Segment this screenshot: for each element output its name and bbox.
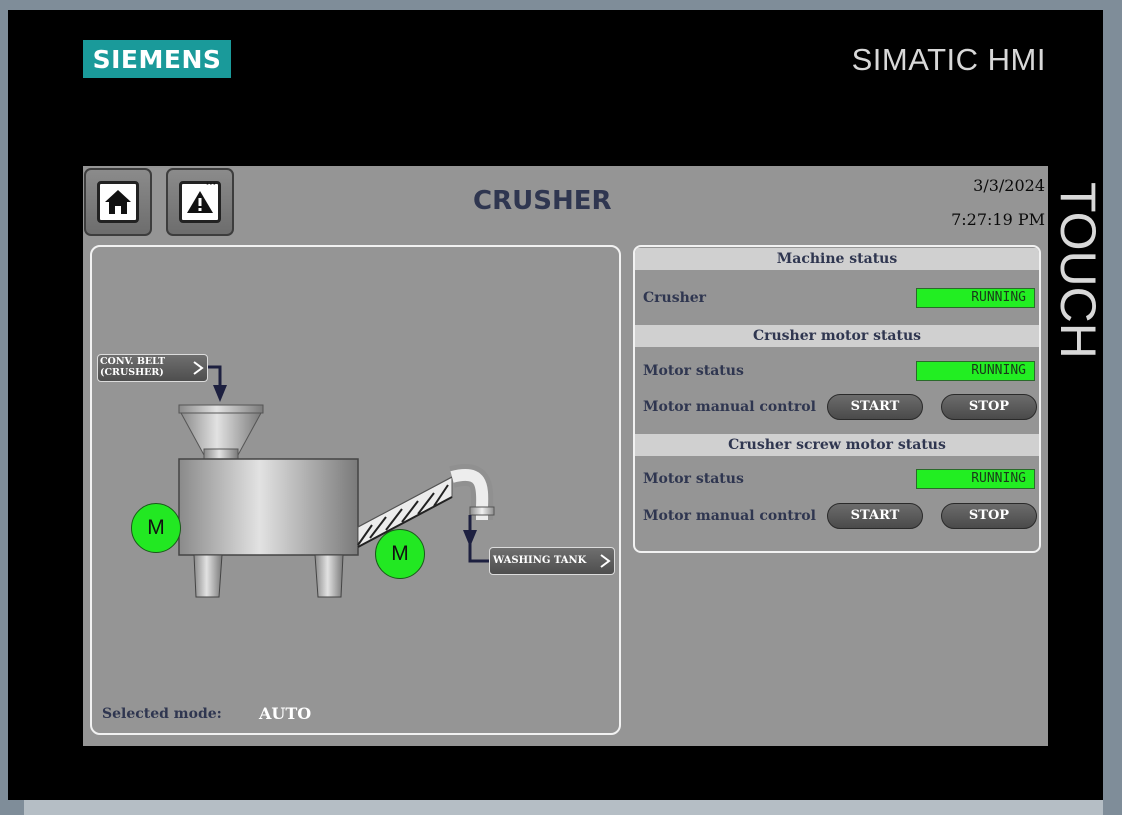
home-icon bbox=[97, 181, 139, 223]
screw-motor-stop-button[interactable]: STOP bbox=[941, 503, 1037, 529]
screw-motor-indicator[interactable]: M bbox=[375, 529, 425, 579]
selected-mode-label: Selected mode: bbox=[102, 706, 222, 722]
date-display: 3/3/2024 bbox=[973, 176, 1045, 195]
crusher-diagram bbox=[178, 365, 495, 598]
washing-tank-button[interactable]: WASHING TANK bbox=[489, 547, 615, 575]
chevron-right-icon bbox=[193, 361, 204, 375]
motor-label: M bbox=[391, 542, 409, 565]
screw-motor-status-label: Motor status bbox=[643, 471, 744, 487]
crusher-motor-status-header: Crusher motor status bbox=[635, 325, 1039, 347]
home-button[interactable] bbox=[84, 168, 152, 236]
bezel-bottom-strip bbox=[24, 800, 1103, 815]
selected-mode-value: AUTO bbox=[259, 704, 312, 723]
crusher-motor-control-label: Motor manual control bbox=[643, 399, 816, 415]
conveyor-belt-crusher-button[interactable]: CONV. BELT (CRUSHER) bbox=[97, 354, 208, 382]
machine-status-header: Machine status bbox=[635, 248, 1039, 270]
crusher-motor-start-button[interactable]: START bbox=[827, 394, 923, 420]
status-panel: Machine status Crusher RUNNING Crusher m… bbox=[633, 245, 1041, 553]
siemens-logo: SIEMENS bbox=[83, 40, 231, 78]
motor-label: M bbox=[147, 516, 165, 539]
crusher-motor-stop-button[interactable]: STOP bbox=[941, 394, 1037, 420]
alarm-button[interactable]: ··· bbox=[166, 168, 234, 236]
screw-motor-control-label: Motor manual control bbox=[643, 508, 816, 524]
crusher-motor-status-label: Motor status bbox=[643, 363, 744, 379]
time-display: 7:27:19 PM bbox=[951, 210, 1045, 229]
simatic-hmi-label: SIMATIC HMI bbox=[851, 42, 1046, 77]
washing-tank-label: WASHING TANK bbox=[493, 555, 587, 566]
crusher-label: Crusher bbox=[643, 290, 707, 306]
crusher-motor-indicator[interactable]: M bbox=[131, 503, 181, 553]
screw-motor-status-header: Crusher screw motor status bbox=[635, 434, 1039, 456]
screw-motor-status-indicator: RUNNING bbox=[916, 469, 1035, 489]
process-panel: CONV. BELT (CRUSHER) WASHING TANK M M Se… bbox=[90, 245, 621, 735]
conveyor-belt-sublabel: (CRUSHER) bbox=[100, 367, 164, 378]
crusher-motor-status-indicator: RUNNING bbox=[916, 361, 1035, 381]
hmi-screen: ··· CRUSHER 3/3/2024 7:27:19 PM CONV. BE… bbox=[83, 166, 1048, 746]
crusher-status-indicator: RUNNING bbox=[916, 288, 1035, 308]
touch-label: TOUCH bbox=[1050, 181, 1106, 359]
alarm-warning-icon: ··· bbox=[179, 180, 221, 223]
screw-motor-start-button[interactable]: START bbox=[827, 503, 923, 529]
page-title: CRUSHER bbox=[473, 186, 612, 216]
conveyor-belt-label: CONV. BELT bbox=[100, 356, 166, 367]
chevron-right-icon bbox=[600, 554, 611, 568]
